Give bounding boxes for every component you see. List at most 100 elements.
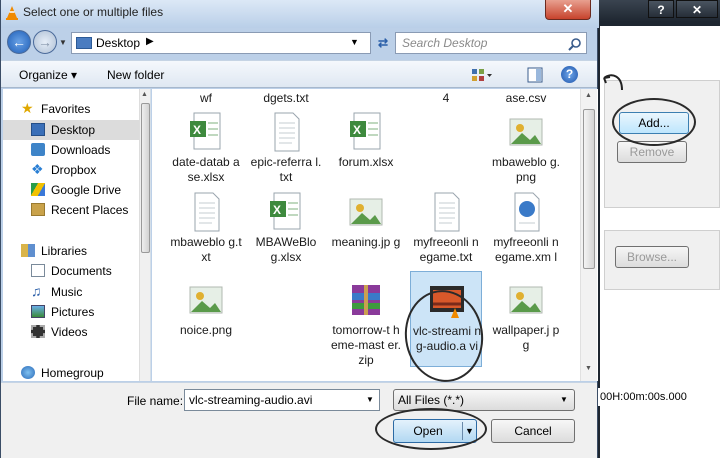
file-item-label: wallpaper.j pg [492,323,560,352]
image-icon [188,279,224,321]
view-options-icon[interactable] [471,68,493,82]
partial-file-label[interactable]: wf [170,91,242,106]
file-type-dropdown-icon[interactable]: ▼ [560,395,568,404]
nav-item-documents[interactable]: Documents [3,261,139,281]
nav-item-label: Google Drive [51,183,122,197]
navigation-scroll-thumb[interactable] [141,103,150,253]
google-drive-icon [31,183,45,196]
file-scrollbar[interactable]: ▲ ▼ [580,89,597,381]
zip-icon [348,279,384,321]
file-item[interactable]: meaning.jp g [330,191,402,273]
address-bar[interactable]: Desktop ▶ ▼ [71,32,371,54]
add-button-annotation-circle [612,98,696,146]
refresh-button[interactable]: ⇄ [373,32,393,54]
file-item[interactable]: tomorrow-t heme-mast er.zip [330,279,402,367]
nav-item-label: Music [51,285,83,299]
open-button-annotation-circle [375,408,487,450]
libraries-label: Libraries [41,244,88,258]
file-item[interactable]: mbaweblo g.txt [170,191,242,273]
text-file-icon [188,191,224,233]
blank-icon [428,111,464,153]
address-text: Desktop [96,36,141,50]
navigation-row: ← → ▼ Desktop ▶ ▼ ⇄ Search Desktop [1,28,599,58]
preview-pane-icon[interactable] [527,67,543,83]
scroll-down-icon[interactable]: ▼ [585,365,592,372]
file-item[interactable]: Xforum.xlsx [330,111,402,193]
file-item-label: forum.xlsx [338,155,394,169]
file-name-dropdown-icon[interactable]: ▼ [366,395,374,404]
partial-file-label[interactable]: dgets.txt [250,91,322,106]
breadcrumb-chevron-icon[interactable]: ▶ [146,36,154,47]
search-icon[interactable] [568,37,582,51]
file-item[interactable]: Xdate-datab ase.xlsx [170,111,242,193]
nav-item-pictures[interactable]: Pictures [3,302,139,322]
nav-item-label: Documents [51,264,112,278]
search-field[interactable]: Search Desktop [395,32,587,54]
nav-item-google-drive[interactable]: Google Drive [3,180,139,200]
file-item-label: epic-referra l.txt [250,155,322,184]
svg-text:X: X [193,123,201,137]
back-button[interactable]: ← [7,30,31,54]
libraries-icon [21,244,35,257]
browse-button[interactable]: Browse... [615,246,689,268]
nav-item-dropbox[interactable]: ❖ Dropbox [3,160,139,180]
homegroup-header[interactable]: Homegroup [3,363,139,381]
scroll-up-icon[interactable]: ▲ [585,92,592,99]
file-list-pane: wf dgets.txt 4 ase.csv Xdate-datab ase.x… [152,89,598,381]
file-item[interactable]: epic-referra l.txt [250,111,322,193]
text-file-icon [428,191,464,233]
file-item[interactable]: myfreeonli negame.txt [410,191,482,273]
recent-locations-dropdown[interactable]: ▼ [59,38,67,47]
nav-item-label: Videos [51,325,88,339]
xml-icon [508,191,544,233]
help-icon[interactable]: ? [561,66,578,83]
excel-icon: X [188,111,224,153]
search-placeholder: Search Desktop [402,36,488,50]
file-item[interactable] [410,111,482,193]
dialog-close-button[interactable]: ✕ [545,0,591,20]
partial-file-label[interactable]: ase.csv [490,91,562,106]
file-item-label: MBAWeBlo g.xlsx [255,235,317,264]
downloads-icon [31,143,45,156]
nav-item-videos[interactable]: Videos [3,322,139,342]
libraries-header[interactable]: Libraries [3,241,139,261]
file-scroll-thumb[interactable] [583,109,595,269]
file-item[interactable]: wallpaper.j pg [490,279,562,361]
file-item[interactable] [250,279,322,361]
svg-text:X: X [273,203,281,217]
nav-item-downloads[interactable]: Downloads [3,140,139,160]
file-item[interactable]: noice.png [170,279,242,361]
homegroup-label: Homegroup [41,366,104,380]
background-close-button[interactable]: ✕ [676,0,718,18]
nav-item-label: Pictures [51,305,95,319]
vlc-cone-icon [6,6,18,20]
new-folder-button[interactable]: New folder [107,68,164,82]
file-name-value: vlc-streaming-audio.avi [189,393,313,407]
file-name-input[interactable]: vlc-streaming-audio.avi ▼ [184,389,380,411]
curved-arrow-annotation-icon [603,74,623,91]
file-item-label: myfreeonli negame.txt [413,235,479,264]
nav-item-label: Recent Places [51,203,129,217]
organize-button[interactable]: Organize ▾ [19,68,77,82]
nav-item-desktop[interactable]: Desktop [3,120,139,140]
file-item-label: mbaweblo g.txt [170,235,242,264]
address-dropdown-icon[interactable]: ▼ [350,37,359,47]
file-item[interactable]: myfreeonli negame.xm l [490,191,562,273]
favorites-header[interactable]: ★ Favorites [3,99,139,119]
file-item[interactable]: X MBAWeBlo g.xlsx [250,191,322,273]
nav-item-label: Desktop [51,123,96,137]
navigation-scrollbar[interactable]: ▲ [139,89,150,381]
partial-file-label[interactable]: 4 [410,91,482,106]
time-field[interactable]: 00H:00m:00s.000 [598,388,720,406]
background-help-button[interactable]: ? [648,0,674,18]
star-icon: ★ [21,100,34,116]
forward-button[interactable]: → [33,30,57,54]
scroll-up-icon[interactable]: ▲ [141,91,148,98]
cancel-button[interactable]: Cancel [491,419,575,443]
nav-item-recent-places[interactable]: Recent Places [3,200,139,220]
homegroup-icon [21,366,35,379]
nav-item-music[interactable]: ♫ Music [3,282,139,302]
file-item[interactable]: mbaweblo g.png [490,111,562,193]
image-icon [508,111,544,153]
music-icon: ♫ [31,283,42,299]
